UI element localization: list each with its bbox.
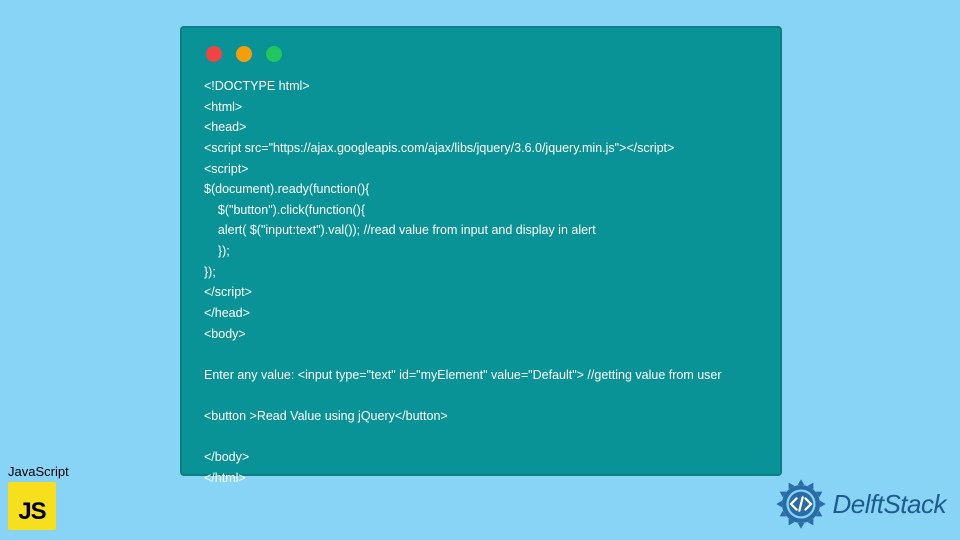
delftstack-logo: DelftStack xyxy=(773,476,947,532)
minimize-icon xyxy=(236,46,252,62)
window-controls xyxy=(206,46,758,62)
close-icon xyxy=(206,46,222,62)
javascript-label: JavaScript xyxy=(8,464,69,479)
code-window: <!DOCTYPE html> <html> <head> <script sr… xyxy=(180,26,782,476)
delftstack-text: DelftStack xyxy=(833,489,947,520)
javascript-badge: JavaScript JS xyxy=(8,464,69,530)
javascript-icon: JS xyxy=(8,482,56,530)
code-block: <!DOCTYPE html> <html> <head> <script sr… xyxy=(204,76,758,489)
delftstack-gear-icon xyxy=(773,476,829,532)
maximize-icon xyxy=(266,46,282,62)
